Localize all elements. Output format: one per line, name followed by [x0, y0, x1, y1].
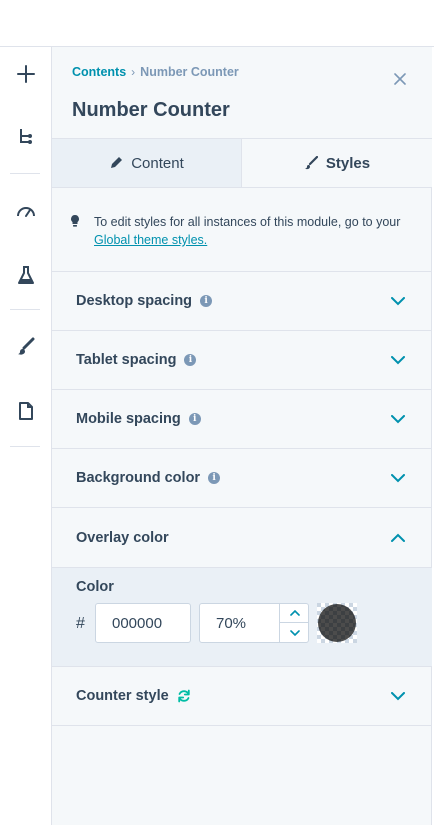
section-title: Mobile spacing — [76, 411, 181, 427]
chevron-up-icon — [390, 530, 406, 546]
section-title: Counter style — [76, 688, 169, 704]
breadcrumb-contents-link[interactable]: Contents — [72, 65, 126, 79]
section-title: Background color — [76, 470, 201, 486]
chevron-down-icon — [390, 470, 406, 486]
page-icon — [19, 402, 33, 420]
add-icon — [17, 65, 35, 83]
section-label: Desktop spacing i — [76, 293, 213, 309]
tab-content-label: Content — [131, 154, 184, 172]
chevron-down-icon — [390, 688, 406, 704]
chevron-down-icon — [390, 411, 406, 427]
rail-divider — [10, 446, 40, 447]
panel-header: Contents › Number Counter Number Counter — [52, 47, 432, 139]
section-tablet-spacing[interactable]: Tablet spacing i — [52, 331, 432, 390]
section-label: Tablet spacing i — [76, 352, 197, 368]
section-label: Background color i — [76, 470, 221, 486]
increase-opacity-button[interactable] — [280, 604, 309, 623]
lightbulb-icon — [71, 215, 79, 227]
decrease-opacity-button[interactable] — [280, 623, 309, 642]
chevron-down-icon — [289, 629, 300, 636]
performance-button[interactable] — [8, 193, 44, 229]
section-overlay-color[interactable]: Overlay color — [52, 508, 432, 568]
section-counter-style[interactable]: Counter style — [52, 667, 432, 726]
info-icon[interactable]: i — [208, 472, 221, 484]
note-text: To edit styles for all instances of this… — [94, 213, 414, 249]
color-label: Color — [76, 579, 114, 595]
info-icon[interactable]: i — [188, 413, 201, 425]
tab-styles[interactable]: Styles — [242, 139, 432, 187]
design-button[interactable] — [8, 329, 44, 365]
tab-styles-label: Styles — [325, 154, 371, 172]
refresh-icon[interactable] — [177, 689, 191, 703]
hex-color-input[interactable] — [95, 603, 191, 643]
breadcrumb-separator: › — [131, 65, 136, 79]
tree-button[interactable] — [8, 119, 44, 155]
section-desktop-spacing[interactable]: Desktop spacing i — [52, 272, 432, 331]
flask-icon — [18, 266, 34, 284]
info-icon[interactable]: i — [200, 295, 213, 307]
section-label: Overlay color — [76, 530, 169, 546]
section-title: Tablet spacing — [76, 352, 177, 368]
pencil-icon — [111, 157, 123, 168]
breadcrumb-current: Number Counter — [140, 65, 239, 79]
page-settings-button[interactable] — [8, 393, 44, 429]
panel-tabs: Content Styles — [52, 138, 432, 188]
opacity-input[interactable] — [200, 604, 280, 642]
gauge-icon — [17, 207, 35, 217]
chevron-down-icon — [390, 293, 406, 309]
global-styles-note: To edit styles for all instances of this… — [52, 188, 432, 272]
hash-prefix: # — [76, 615, 85, 632]
close-icon — [394, 73, 406, 85]
info-icon[interactable]: i — [184, 354, 197, 366]
section-background-color[interactable]: Background color i — [52, 449, 432, 508]
global-theme-styles-link[interactable]: Global theme styles. — [94, 233, 207, 247]
top-bar — [0, 0, 434, 47]
rail-divider — [10, 309, 40, 310]
test-button[interactable] — [8, 257, 44, 293]
close-button[interactable] — [390, 69, 410, 89]
section-label: Counter style — [76, 688, 191, 704]
stepper-controls — [279, 604, 309, 642]
panel-title: Number Counter — [72, 99, 230, 121]
overlay-color-body: Color # — [52, 568, 432, 667]
rail-divider — [10, 173, 40, 174]
section-label: Mobile spacing i — [76, 411, 201, 427]
section-mobile-spacing[interactable]: Mobile spacing i — [52, 390, 432, 449]
opacity-stepper — [199, 603, 309, 643]
breadcrumb: Contents › Number Counter — [72, 65, 239, 79]
brush-icon — [18, 337, 35, 355]
left-rail — [0, 47, 52, 825]
tree-icon — [20, 129, 32, 144]
module-panel: Contents › Number Counter Number Counter… — [52, 47, 432, 825]
tab-content[interactable]: Content — [52, 139, 242, 187]
note-message: To edit styles for all instances of this… — [94, 215, 401, 229]
section-title: Desktop spacing — [76, 293, 193, 309]
section-title: Overlay color — [76, 529, 169, 546]
color-swatch[interactable] — [317, 603, 357, 643]
chevron-down-icon — [390, 352, 406, 368]
chevron-up-icon — [289, 610, 300, 616]
add-button[interactable] — [8, 56, 44, 92]
brush-icon — [304, 156, 318, 170]
